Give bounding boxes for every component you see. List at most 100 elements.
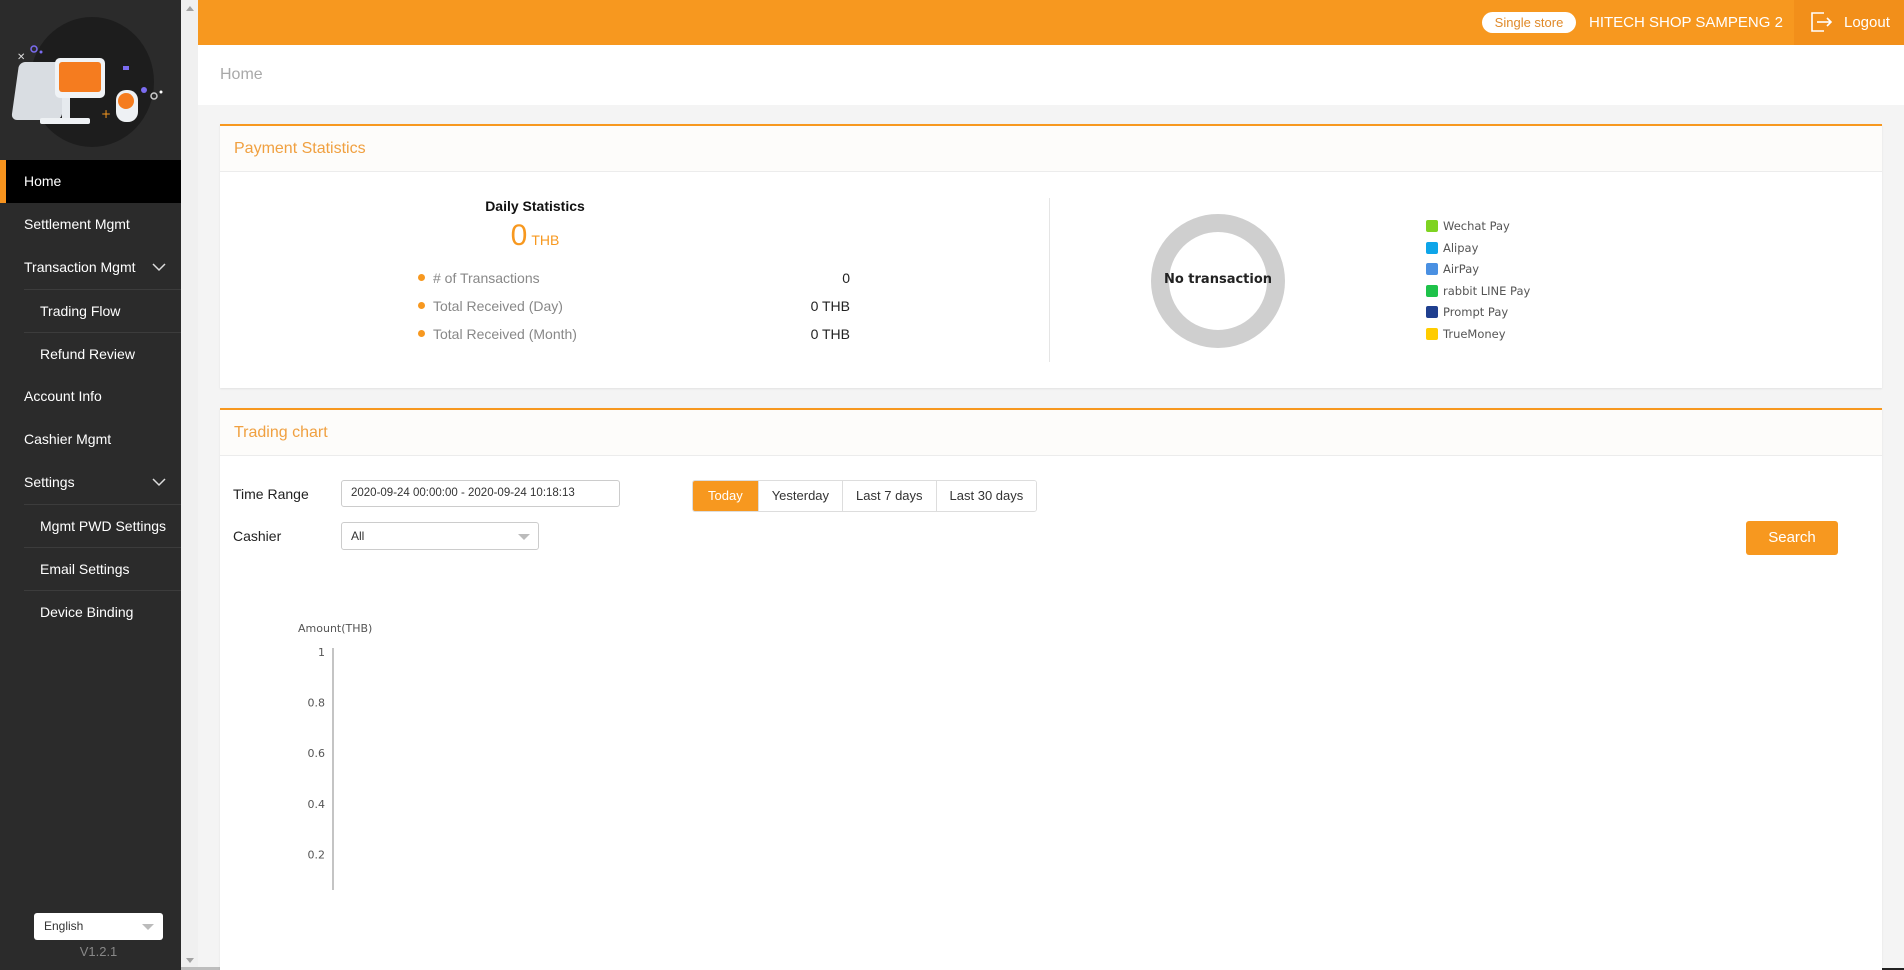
sidebar-item-trading-flow[interactable]: Trading Flow xyxy=(24,289,181,332)
legend-item[interactable]: rabbit LINE Pay xyxy=(1426,283,1530,305)
payment-statistics-panel: Payment Statistics Daily Statistics 0 THB… xyxy=(220,124,1882,388)
sidebar-item-account-info[interactable]: Account Info xyxy=(0,375,181,418)
logout-icon xyxy=(1811,12,1833,32)
search-button[interactable]: Search xyxy=(1746,521,1838,555)
language-value: English xyxy=(44,919,84,933)
top-bar: Single store HITECH SHOP SAMPENG 2 Logou… xyxy=(198,0,1904,45)
legend-swatch xyxy=(1426,306,1438,319)
pos-terminal-icon: + ✕ xyxy=(11,45,163,124)
legend-label: TrueMoney xyxy=(1443,326,1506,341)
sidebar-item-email-settings[interactable]: Email Settings xyxy=(24,547,181,590)
cashier-select[interactable]: All xyxy=(341,522,539,550)
chevron-down-icon xyxy=(152,478,166,487)
legend-item[interactable]: Alipay xyxy=(1426,240,1530,262)
sidebar-item-home[interactable]: Home xyxy=(0,160,181,203)
legend-item[interactable]: Wechat Pay xyxy=(1426,218,1530,240)
sidebar: + ✕ Home Settlement Mgmt Transaction Mgm… xyxy=(0,0,181,970)
sidebar-item-device-binding[interactable]: Device Binding xyxy=(24,590,181,633)
bullet-icon xyxy=(418,274,425,281)
legend-swatch xyxy=(1426,220,1438,232)
sidebar-item-label: Settings xyxy=(24,474,75,490)
legend-label: Alipay xyxy=(1443,240,1479,255)
daily-amount-currency: THB xyxy=(531,232,560,248)
stat-value: 0 THB xyxy=(810,298,850,314)
stat-value: 0 xyxy=(842,270,850,286)
logo: + ✕ xyxy=(0,0,181,160)
daily-statistics-title: Daily Statistics xyxy=(485,198,585,214)
tab-last-7-days[interactable]: Last 7 days xyxy=(842,481,936,511)
language-select[interactable]: English xyxy=(34,913,163,940)
bullet-icon xyxy=(418,302,425,309)
sidebar-item-label: Cashier Mgmt xyxy=(24,431,112,447)
panel-title: Trading chart xyxy=(220,410,1882,456)
sidebar-item-settlement-mgmt[interactable]: Settlement Mgmt xyxy=(0,203,181,246)
sidebar-item-label: Device Binding xyxy=(40,604,134,620)
sidebar-item-mgmt-pwd-settings[interactable]: Mgmt PWD Settings xyxy=(24,504,181,547)
y-tick-label: 0.6 xyxy=(308,747,326,760)
sidebar-item-label: Transaction Mgmt xyxy=(24,259,136,275)
legend-swatch xyxy=(1426,327,1438,340)
legend-label: Wechat Pay xyxy=(1443,219,1510,233)
time-range-input[interactable]: 2020-09-24 00:00:00 - 2020-09-24 10:18:1… xyxy=(341,480,620,507)
sidebar-item-label: Account Info xyxy=(24,388,102,404)
logout-label: Logout xyxy=(1844,14,1890,31)
sidebar-item-label: Settlement Mgmt xyxy=(24,216,130,232)
svg-text:+: + xyxy=(101,107,111,121)
stat-value: 0 THB xyxy=(810,326,850,342)
legend-item[interactable]: Prompt Pay xyxy=(1426,304,1530,326)
bullet-icon xyxy=(418,330,425,337)
cashier-label: Cashier xyxy=(233,528,282,544)
y-tick-label: 0.2 xyxy=(308,848,326,861)
daily-amount-value: 0 xyxy=(510,219,528,252)
svg-text:✕: ✕ xyxy=(17,52,25,63)
stat-label: Total Received (Day) xyxy=(433,298,563,314)
trading-chart-panel: Trading chart Time Range 2020-09-24 00:0… xyxy=(220,408,1882,970)
legend-swatch xyxy=(1426,241,1438,254)
sidebar-scrollbar[interactable] xyxy=(181,0,198,970)
legend-item[interactable]: AirPay xyxy=(1426,261,1530,283)
legend-item[interactable]: TrueMoney xyxy=(1426,326,1530,348)
sidebar-nav: Home Settlement Mgmt Transaction Mgmt Tr… xyxy=(0,160,181,633)
y-axis-title: Amount(THB) xyxy=(298,622,372,635)
legend-label: AirPay xyxy=(1443,262,1480,277)
logout-button[interactable]: Logout xyxy=(1794,0,1904,45)
trading-line-chart: Amount(THB)00.20.40.60.81Time00010203040… xyxy=(298,622,372,890)
divider xyxy=(1049,198,1050,362)
scroll-up-arrow-icon[interactable] xyxy=(186,6,194,11)
time-range-label: Time Range xyxy=(233,486,309,502)
stat-label: # of Transactions xyxy=(433,270,540,286)
donut-empty-label: No transaction xyxy=(1163,272,1273,287)
scroll-down-arrow-icon[interactable] xyxy=(186,958,194,963)
dropdown-arrow-icon xyxy=(518,534,530,540)
tab-yesterday[interactable]: Yesterday xyxy=(757,481,843,511)
legend-label: Prompt Pay xyxy=(1443,305,1509,320)
legend-swatch xyxy=(1426,263,1438,276)
dropdown-arrow-icon xyxy=(142,924,154,930)
sidebar-item-label: Home xyxy=(24,173,62,189)
tab-today[interactable]: Today xyxy=(693,481,758,511)
y-tick-label: 0.8 xyxy=(308,697,326,710)
sidebar-item-label: Email Settings xyxy=(40,561,130,577)
daily-amount: 0 THB xyxy=(220,219,850,253)
stat-label: Total Received (Month) xyxy=(433,326,577,342)
y-tick-label: 1 xyxy=(318,646,325,659)
sidebar-item-settings[interactable]: Settings xyxy=(0,461,181,504)
breadcrumb: Home xyxy=(198,45,1904,105)
legend-label: rabbit LINE Pay xyxy=(1443,283,1531,298)
y-tick-label: 0.4 xyxy=(308,798,326,811)
version-label: V1.2.1 xyxy=(79,944,118,959)
payment-legend: Wechat Pay Alipay AirPay rabbit LINE Pay Pro… xyxy=(1426,218,1530,348)
stat-row-total-day: Total Received (Day) 0 THB xyxy=(418,296,850,316)
store-name: HITECH SHOP SAMPENG 2 xyxy=(1589,14,1783,31)
sidebar-item-cashier-mgmt[interactable]: Cashier Mgmt xyxy=(0,418,181,461)
store-type-badge: Single store xyxy=(1482,12,1576,33)
cashier-value: All xyxy=(351,529,365,543)
sidebar-item-transaction-mgmt[interactable]: Transaction Mgmt xyxy=(0,246,181,289)
panel-title: Payment Statistics xyxy=(220,126,1882,172)
tab-last-30-days[interactable]: Last 30 days xyxy=(935,481,1037,511)
sidebar-item-label: Refund Review xyxy=(40,346,135,362)
stat-row-transactions: # of Transactions 0 xyxy=(418,268,850,288)
sidebar-item-refund-review[interactable]: Refund Review xyxy=(24,332,181,375)
sidebar-item-label: Mgmt PWD Settings xyxy=(40,518,167,534)
sidebar-item-label: Trading Flow xyxy=(40,303,121,319)
